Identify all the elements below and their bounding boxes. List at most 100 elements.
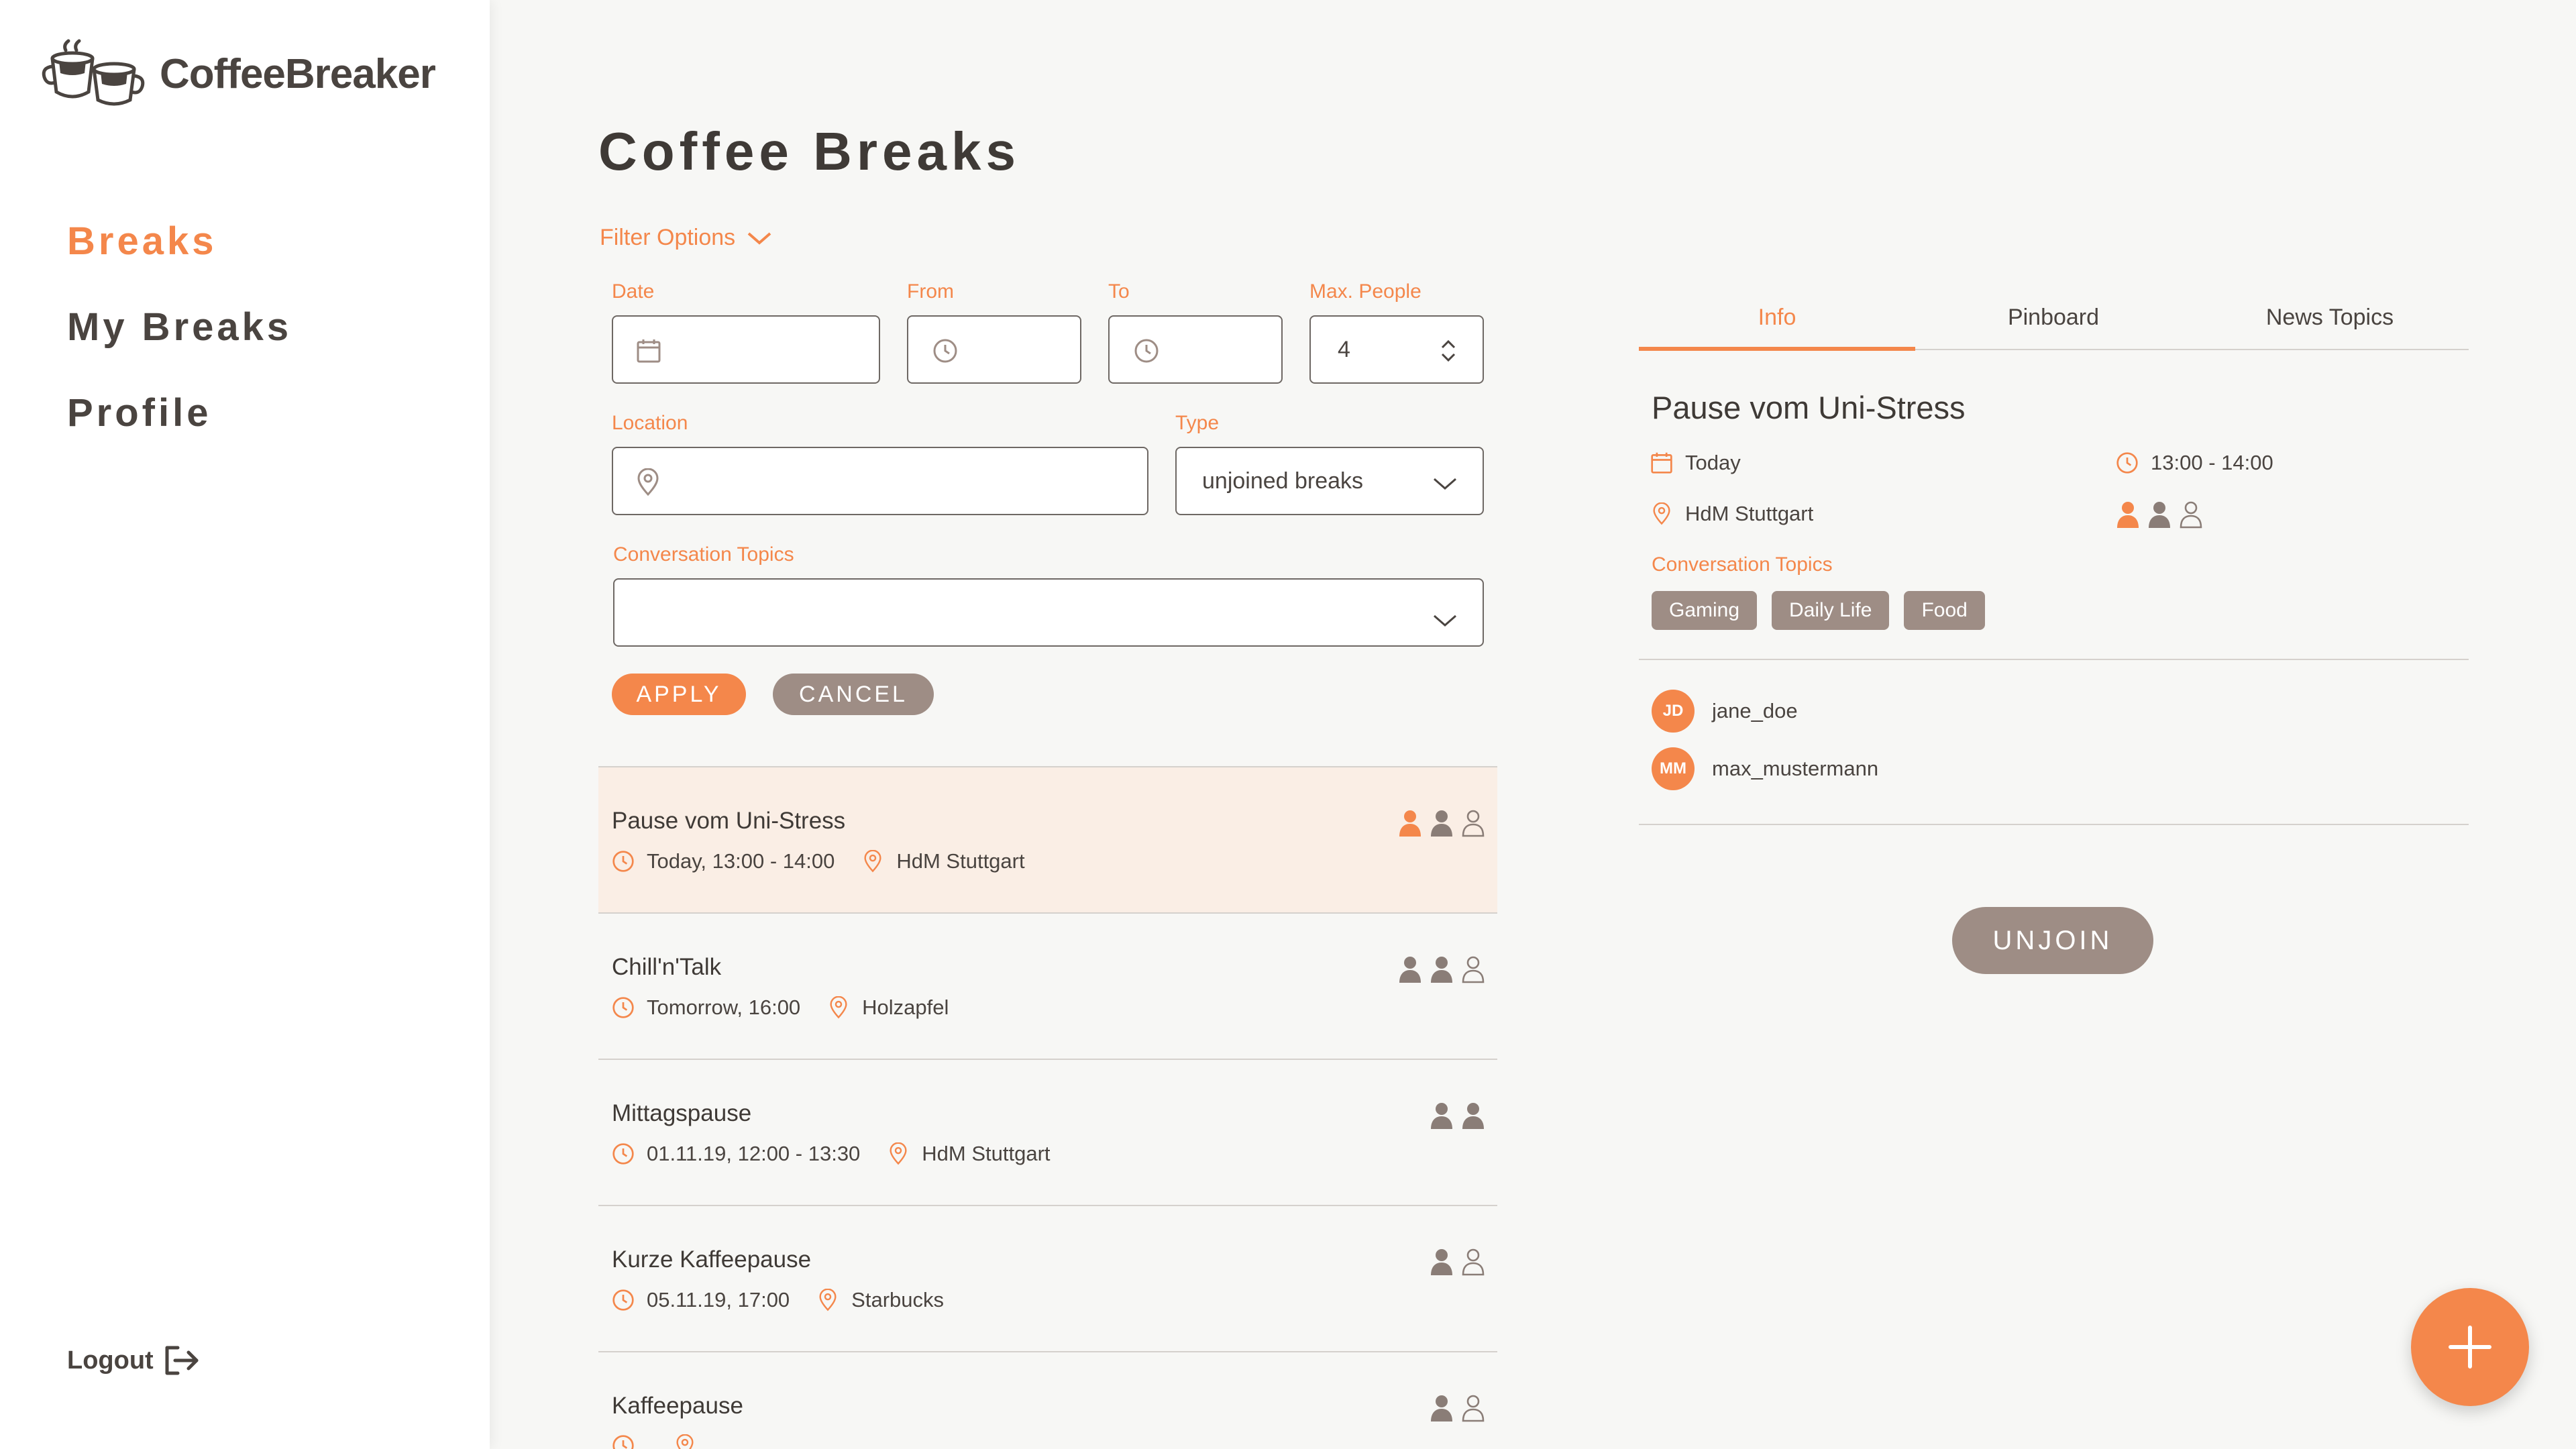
- detail-people-indicator: [2116, 500, 2210, 529]
- location-pin-icon: [830, 996, 847, 1019]
- topic-chip: Daily Life: [1772, 591, 1890, 630]
- logout-icon: [165, 1346, 199, 1375]
- member-row: JD jane_doe: [1652, 690, 1798, 733]
- date-field[interactable]: [612, 315, 880, 384]
- chevron-down-icon: [1434, 478, 1456, 490]
- break-location: HdM Stuttgart: [896, 849, 1025, 873]
- calendar-icon: [637, 339, 661, 363]
- filter-options-toggle[interactable]: Filter Options: [600, 225, 773, 251]
- chevron-down-icon: [1434, 614, 1456, 627]
- break-meta: [612, 1434, 708, 1449]
- break-meta: 05.11.19, 17:00 Starbucks: [612, 1288, 944, 1312]
- detail-tabs: Info Pinboard News Topics: [1639, 295, 2469, 351]
- break-list-item[interactable]: Mittagspause 01.11.19, 12:00 - 13:30 HdM S…: [598, 1059, 1497, 1205]
- avatar: JD: [1652, 690, 1695, 733]
- break-list-item[interactable]: Kaffeepause: [598, 1351, 1497, 1449]
- location-pin-icon: [890, 1142, 907, 1165]
- break-meta: Tomorrow, 16:00 Holzapfel: [612, 996, 949, 1020]
- location-label: Location: [612, 412, 688, 434]
- clock-icon: [612, 1435, 634, 1449]
- topic-chips: Gaming Daily Life Food: [1652, 591, 2000, 630]
- person-icon: [1431, 810, 1452, 837]
- people-indicator: [1422, 1102, 1485, 1130]
- cancel-button[interactable]: CANCEL: [773, 674, 934, 715]
- person-outline-icon: [1462, 1248, 1485, 1276]
- break-location: Holzapfel: [862, 996, 949, 1019]
- topic-chip: Gaming: [1652, 591, 1758, 630]
- nav-profile[interactable]: Profile: [67, 386, 292, 472]
- logout-button[interactable]: Logout: [67, 1345, 201, 1376]
- calendar-icon: [1651, 452, 1672, 474]
- sidebar: CoffeeBreaker Breaks My Breaks Profile L…: [0, 0, 490, 1449]
- type-value: unjoined breaks: [1202, 468, 1364, 494]
- topics-select[interactable]: [613, 578, 1484, 647]
- person-outline-icon: [1462, 956, 1485, 983]
- tab-news-topics[interactable]: News Topics: [2192, 305, 2468, 331]
- break-title: Kurze Kaffeepause: [612, 1246, 812, 1273]
- unjoin-button[interactable]: UNJOIN: [1952, 907, 2153, 974]
- break-list-item[interactable]: Kurze Kaffeepause 05.11.19, 17:00 Starbuck…: [598, 1205, 1497, 1351]
- breaks-list: Pause vom Uni-Stress Today, 13:00 - 14:00…: [598, 766, 1497, 1449]
- break-time: Tomorrow, 16:00: [647, 996, 801, 1019]
- clock-icon: [2116, 452, 2138, 474]
- location-pin-icon: [1653, 502, 1670, 525]
- tab-pinboard[interactable]: Pinboard: [1915, 305, 2192, 331]
- stepper-arrows-icon[interactable]: [1438, 338, 1458, 364]
- from-label: From: [907, 280, 954, 303]
- to-time-field[interactable]: [1108, 315, 1283, 384]
- person-icon: [1431, 957, 1452, 983]
- clock-icon: [612, 851, 634, 872]
- detail-time-text: 13:00 - 14:00: [2151, 451, 2273, 474]
- break-meta: Today, 13:00 - 14:00 HdM Stuttgart: [612, 849, 1025, 873]
- from-time-field[interactable]: [907, 315, 1081, 384]
- location-pin-icon: [676, 1434, 694, 1449]
- person-joined-icon: [2117, 502, 2139, 528]
- member-row: MM max_mustermann: [1652, 747, 1878, 790]
- break-title: Chill'n'Talk: [612, 954, 722, 980]
- person-icon: [1431, 1103, 1452, 1129]
- detail-title: Pause vom Uni-Stress: [1652, 390, 1966, 425]
- clock-icon: [612, 1143, 634, 1165]
- member-name: jane_doe: [1712, 699, 1798, 722]
- plus-icon: [2449, 1326, 2491, 1368]
- location-pin-icon: [864, 850, 881, 873]
- break-title: Pause vom Uni-Stress: [612, 808, 846, 834]
- nav-my-breaks[interactable]: My Breaks: [67, 301, 292, 386]
- chevron-down-icon: [747, 231, 771, 245]
- nav-breaks[interactable]: Breaks: [67, 215, 292, 301]
- clock-icon: [1134, 339, 1159, 363]
- detail-location: HdM Stuttgart: [1650, 502, 1813, 526]
- break-list-item[interactable]: Pause vom Uni-Stress Today, 13:00 - 14:00…: [598, 766, 1497, 912]
- person-joined-icon: [1399, 810, 1421, 837]
- break-time: 05.11.19, 17:00: [647, 1288, 790, 1311]
- clock-icon: [612, 1289, 634, 1311]
- break-list-item[interactable]: Chill'n'Talk Tomorrow, 16:00 Holzapfel: [598, 912, 1497, 1059]
- location-pin-icon: [819, 1289, 837, 1311]
- person-icon: [2149, 502, 2170, 528]
- apply-button[interactable]: APPLY: [612, 674, 746, 715]
- detail-topics-label: Conversation Topics: [1652, 553, 1833, 576]
- break-time: 01.11.19, 12:00 - 13:30: [647, 1142, 861, 1165]
- topic-chip: Food: [1904, 591, 1985, 630]
- max-people-stepper[interactable]: 4: [1309, 315, 1484, 384]
- break-location: HdM Stuttgart: [922, 1142, 1051, 1165]
- brand[interactable]: CoffeeBreaker: [39, 37, 436, 111]
- people-indicator: [1422, 1394, 1485, 1422]
- detail-location-text: HdM Stuttgart: [1685, 502, 1814, 525]
- people-indicator: [1391, 955, 1485, 983]
- person-outline-icon: [1462, 810, 1485, 837]
- person-icon: [1462, 1103, 1484, 1129]
- add-break-button[interactable]: [2411, 1288, 2529, 1406]
- date-label: Date: [612, 280, 655, 303]
- app-name: CoffeeBreaker: [160, 50, 436, 97]
- location-field[interactable]: [612, 447, 1148, 515]
- max-people-value: 4: [1338, 336, 1350, 362]
- tab-info[interactable]: Info: [1639, 305, 1915, 331]
- divider: [1639, 659, 2469, 660]
- person-outline-icon: [1462, 1395, 1485, 1422]
- type-select[interactable]: unjoined breaks: [1175, 447, 1484, 515]
- logout-label: Logout: [67, 1346, 154, 1375]
- topics-label: Conversation Topics: [613, 543, 794, 566]
- break-meta: 01.11.19, 12:00 - 13:30 HdM Stuttgart: [612, 1142, 1051, 1166]
- person-icon: [1431, 1249, 1452, 1275]
